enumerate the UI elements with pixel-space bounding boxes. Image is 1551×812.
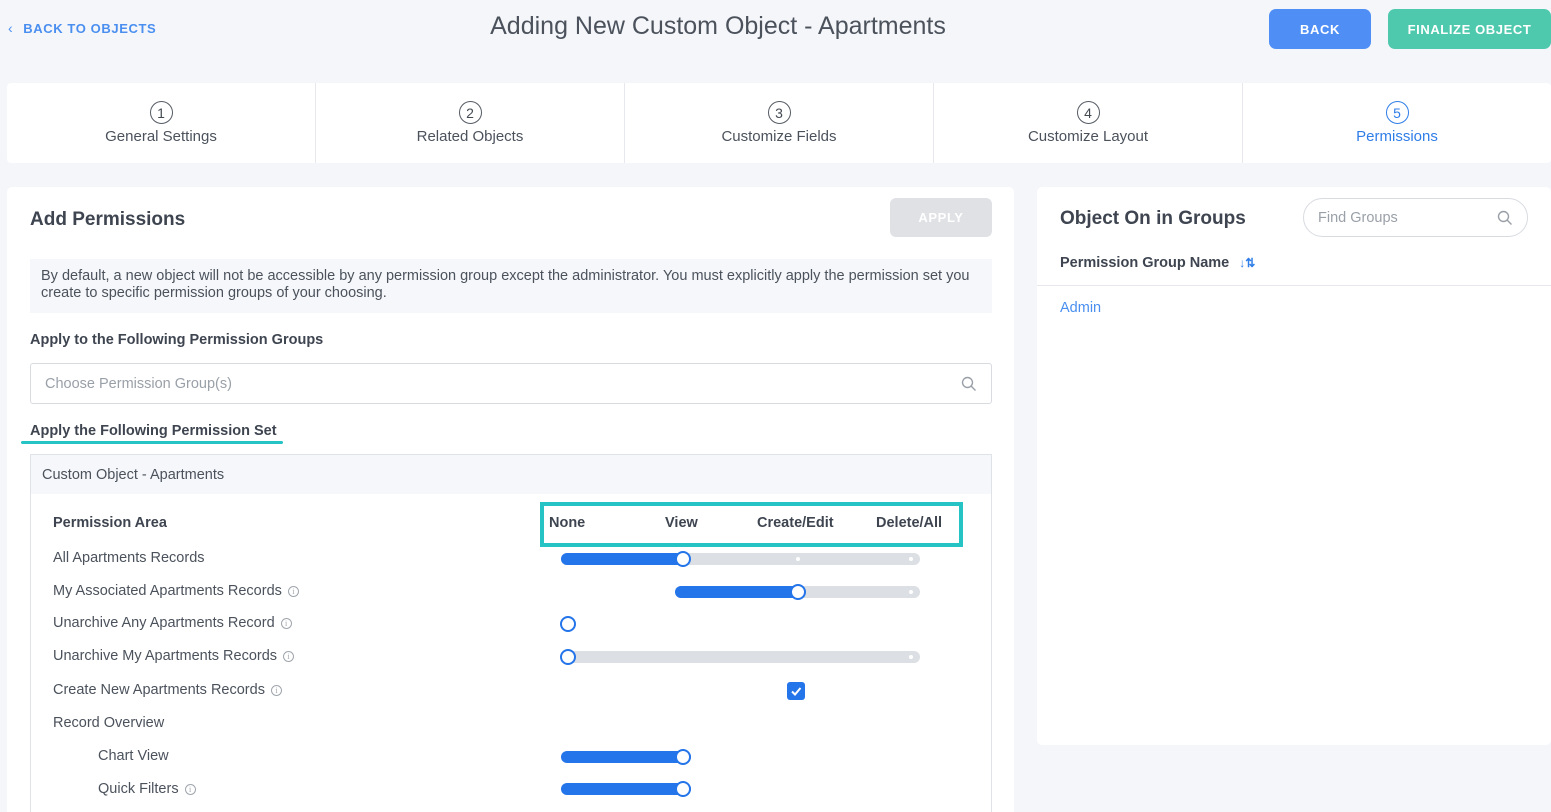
step-related-objects[interactable]: 2 Related Objects	[316, 83, 625, 163]
row-text: My Associated Apartments Records	[53, 583, 282, 599]
permission-row-label: Unarchive My Apartments Records i	[53, 648, 295, 664]
add-permissions-panel: Add Permissions APPLY By default, a new …	[7, 187, 1014, 812]
info-icon[interactable]: i	[287, 585, 299, 597]
permission-set-label: Apply the Following Permission Set	[30, 423, 277, 439]
info-icon[interactable]: i	[283, 650, 295, 662]
back-button[interactable]: BACK	[1269, 9, 1371, 49]
step-customize-layout[interactable]: 4 Customize Layout	[934, 83, 1243, 163]
info-message: By default, a new object will not be acc…	[30, 259, 992, 313]
group-link-admin[interactable]: Admin	[1060, 300, 1101, 316]
step-general-settings[interactable]: 1 General Settings	[7, 83, 316, 163]
permission-set-box: Custom Object - Apartments Permission Ar…	[30, 454, 992, 812]
find-groups-placeholder: Find Groups	[1318, 209, 1398, 226]
row-text: Chart View	[98, 748, 169, 764]
row-text: Record Overview	[53, 715, 165, 731]
groups-panel-title: Object On in Groups	[1060, 208, 1246, 229]
find-groups-input[interactable]: Find Groups	[1303, 198, 1528, 237]
finalize-object-button[interactable]: FINALIZE OBJECT	[1388, 9, 1551, 49]
divider	[1037, 285, 1551, 286]
step-customize-fields[interactable]: 3 Customize Fields	[625, 83, 934, 163]
permission-set-header: Custom Object - Apartments	[31, 455, 991, 494]
step-number: 4	[1076, 101, 1100, 124]
info-icon[interactable]: i	[280, 617, 292, 629]
permission-row-label: My Associated Apartments Records i	[53, 583, 299, 599]
level-header-create-edit: Create/Edit	[757, 515, 834, 531]
info-icon[interactable]: i	[184, 783, 196, 795]
row-text: Unarchive My Apartments Records	[53, 648, 278, 664]
step-number: 2	[458, 101, 482, 124]
groups-section-label: Apply to the Following Permission Groups	[30, 332, 324, 348]
step-label: Customize Layout	[1027, 128, 1149, 145]
add-permissions-title: Add Permissions	[30, 209, 186, 230]
permission-groups-input[interactable]: Choose Permission Group(s)	[30, 363, 992, 404]
permission-area-header: Permission Area	[53, 515, 167, 531]
permission-row-label: Chart View	[98, 748, 169, 764]
row-text: Quick Filters	[98, 781, 179, 797]
info-icon[interactable]: i	[270, 684, 282, 696]
level-header-none: None	[549, 515, 586, 531]
step-permissions[interactable]: 5 Permissions	[1243, 83, 1551, 163]
permission-groups-placeholder: Choose Permission Group(s)	[45, 375, 232, 392]
row-text: Create New Apartments Records	[53, 682, 265, 698]
step-number: 1	[149, 101, 173, 124]
permission-row-label: All Apartments Records	[53, 550, 205, 566]
step-label: Permissions	[1356, 128, 1438, 145]
apply-button[interactable]: APPLY	[890, 198, 992, 237]
sort-icon[interactable]: ↓⇅	[1239, 256, 1255, 270]
create-records-checkbox[interactable]	[787, 682, 805, 700]
level-header-view: View	[665, 515, 698, 531]
section-underline	[21, 441, 283, 444]
permission-row-label: Create New Apartments Records i	[53, 682, 282, 698]
checkmark-icon	[791, 687, 802, 696]
permission-row-label: Quick Filters i	[98, 781, 196, 797]
page-title: Adding New Custom Object - Apartments	[490, 12, 946, 40]
permission-row-label: Unarchive Any Apartments Record i	[53, 615, 292, 631]
step-number: 5	[1385, 101, 1409, 124]
group-name-column-label: Permission Group Name	[1060, 255, 1230, 271]
permission-row-label: Record Overview	[53, 715, 164, 731]
row-text: Unarchive Any Apartments Record	[53, 615, 275, 631]
group-name-column-header[interactable]: Permission Group Name ↓⇅	[1060, 255, 1255, 271]
search-icon	[1497, 210, 1512, 225]
wizard-stepper: 1 General Settings 2 Related Objects 3 C…	[7, 83, 1551, 163]
step-number: 3	[767, 101, 791, 124]
row-text: All Apartments Records	[53, 550, 205, 566]
level-header-delete-all: Delete/All	[876, 515, 943, 531]
step-label: Related Objects	[416, 128, 524, 145]
step-label: Customize Fields	[721, 128, 837, 145]
step-label: General Settings	[105, 128, 217, 145]
search-icon	[961, 376, 976, 391]
groups-panel: Object On in Groups Find Groups Permissi…	[1037, 187, 1551, 745]
